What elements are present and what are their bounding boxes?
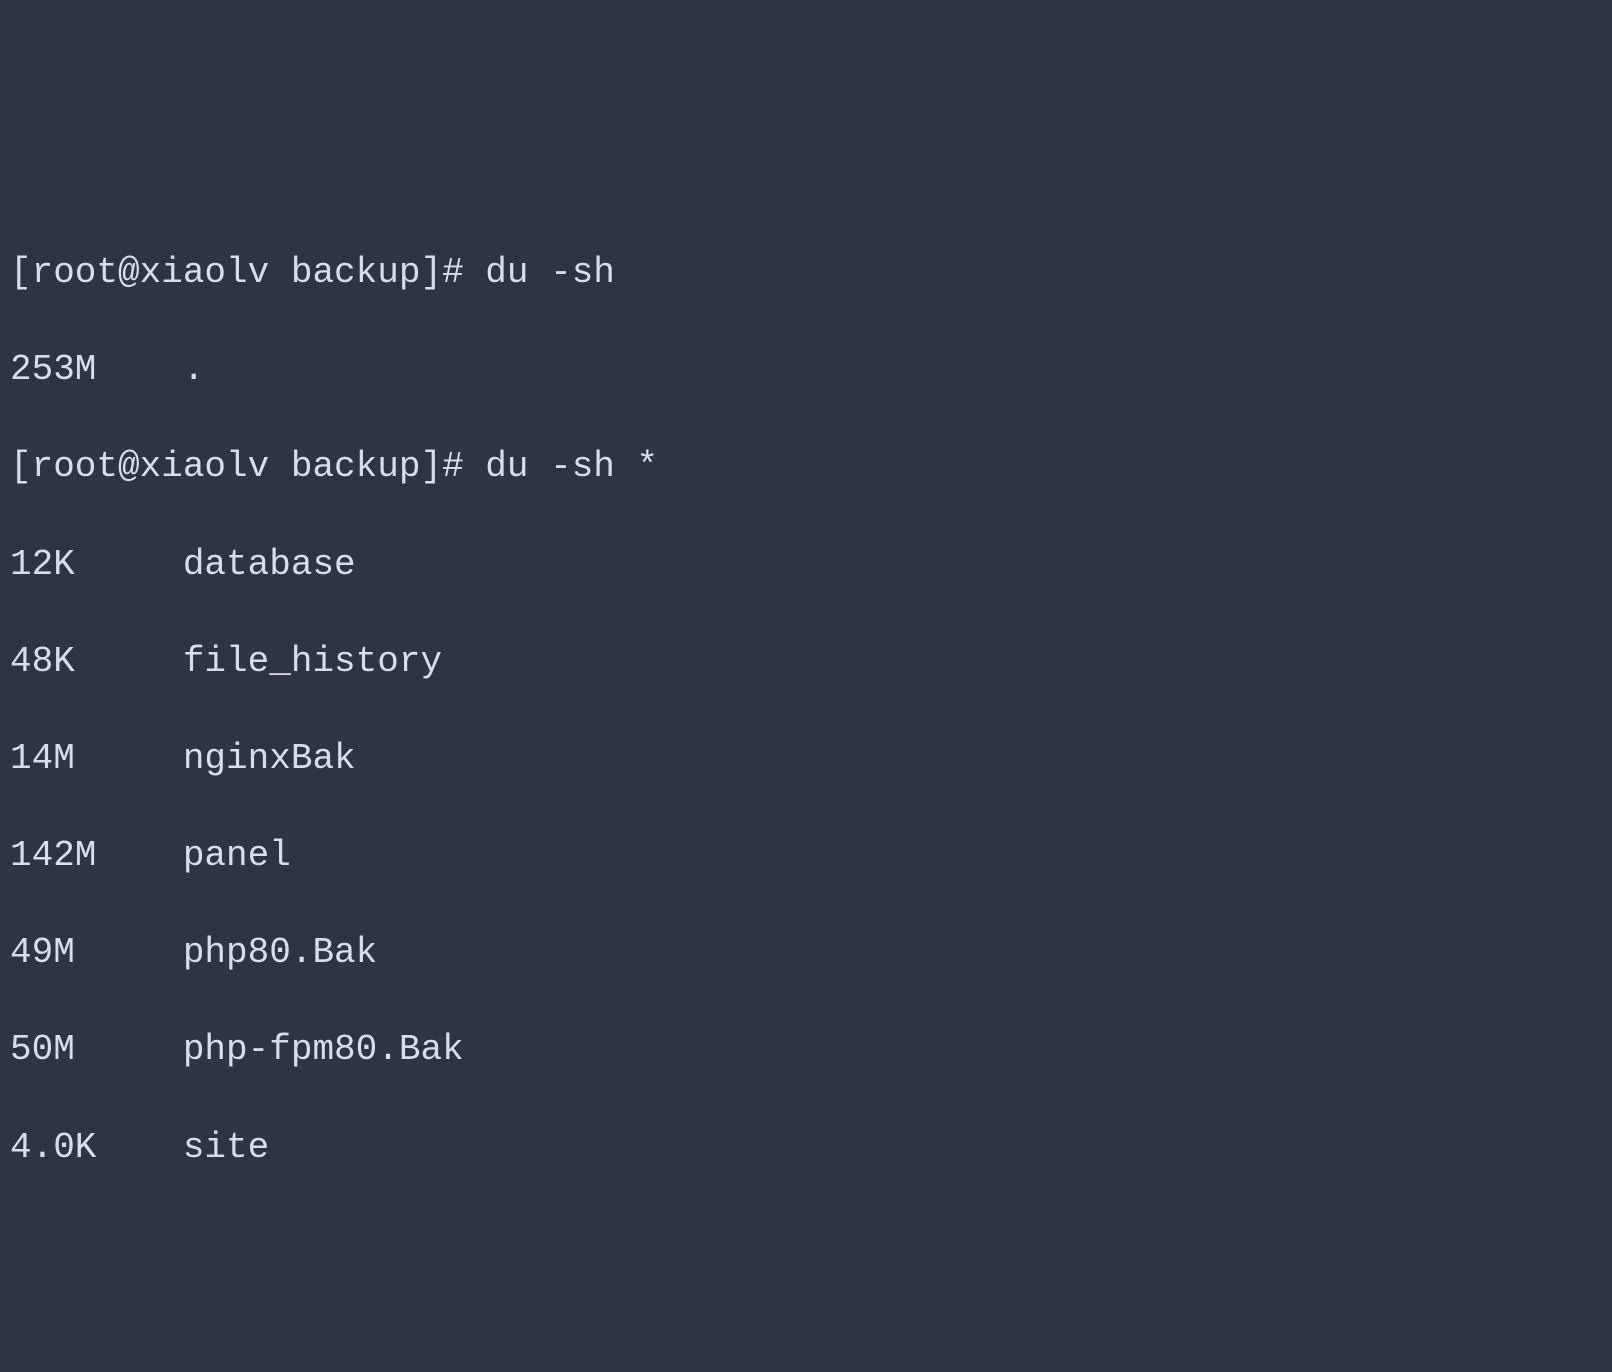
output-line: 142Mpanel: [10, 832, 1602, 881]
du-name: nginxBak: [183, 738, 356, 779]
du-name: file_history: [183, 641, 442, 682]
command-text: du -sh *: [485, 446, 658, 487]
du-size: 50M: [10, 1026, 183, 1075]
du-name: panel: [183, 835, 291, 876]
du-name: php80.Bak: [183, 932, 377, 973]
du-size: 48K: [10, 638, 183, 687]
output-line: 12Kdatabase: [10, 541, 1602, 590]
du-size: 14M: [10, 735, 183, 784]
output-line-total: 253M.: [10, 346, 1602, 395]
du-name: site: [183, 1127, 269, 1168]
output-line: 50Mphp-fpm80.Bak: [10, 1026, 1602, 1075]
output-line: 49Mphp80.Bak: [10, 929, 1602, 978]
command-text: du -sh: [485, 252, 615, 293]
du-name: database: [183, 544, 356, 585]
du-size: 49M: [10, 929, 183, 978]
du-name: php-fpm80.Bak: [183, 1029, 464, 1070]
terminal-output: [root@xiaolv backup]# du -sh 253M. [root…: [10, 200, 1602, 1220]
du-size: 12K: [10, 541, 183, 590]
shell-prompt: [root@xiaolv backup]#: [10, 446, 485, 487]
output-line: 4.0Ksite: [10, 1124, 1602, 1173]
du-size: 142M: [10, 832, 183, 881]
du-name: .: [183, 349, 205, 390]
command-line-1: [root@xiaolv backup]# du -sh: [10, 249, 1602, 298]
command-line-2: [root@xiaolv backup]# du -sh *: [10, 443, 1602, 492]
output-line: 48Kfile_history: [10, 638, 1602, 687]
shell-prompt: [root@xiaolv backup]#: [10, 252, 485, 293]
du-size: 4.0K: [10, 1124, 183, 1173]
output-line: 14MnginxBak: [10, 735, 1602, 784]
du-size: 253M: [10, 346, 183, 395]
